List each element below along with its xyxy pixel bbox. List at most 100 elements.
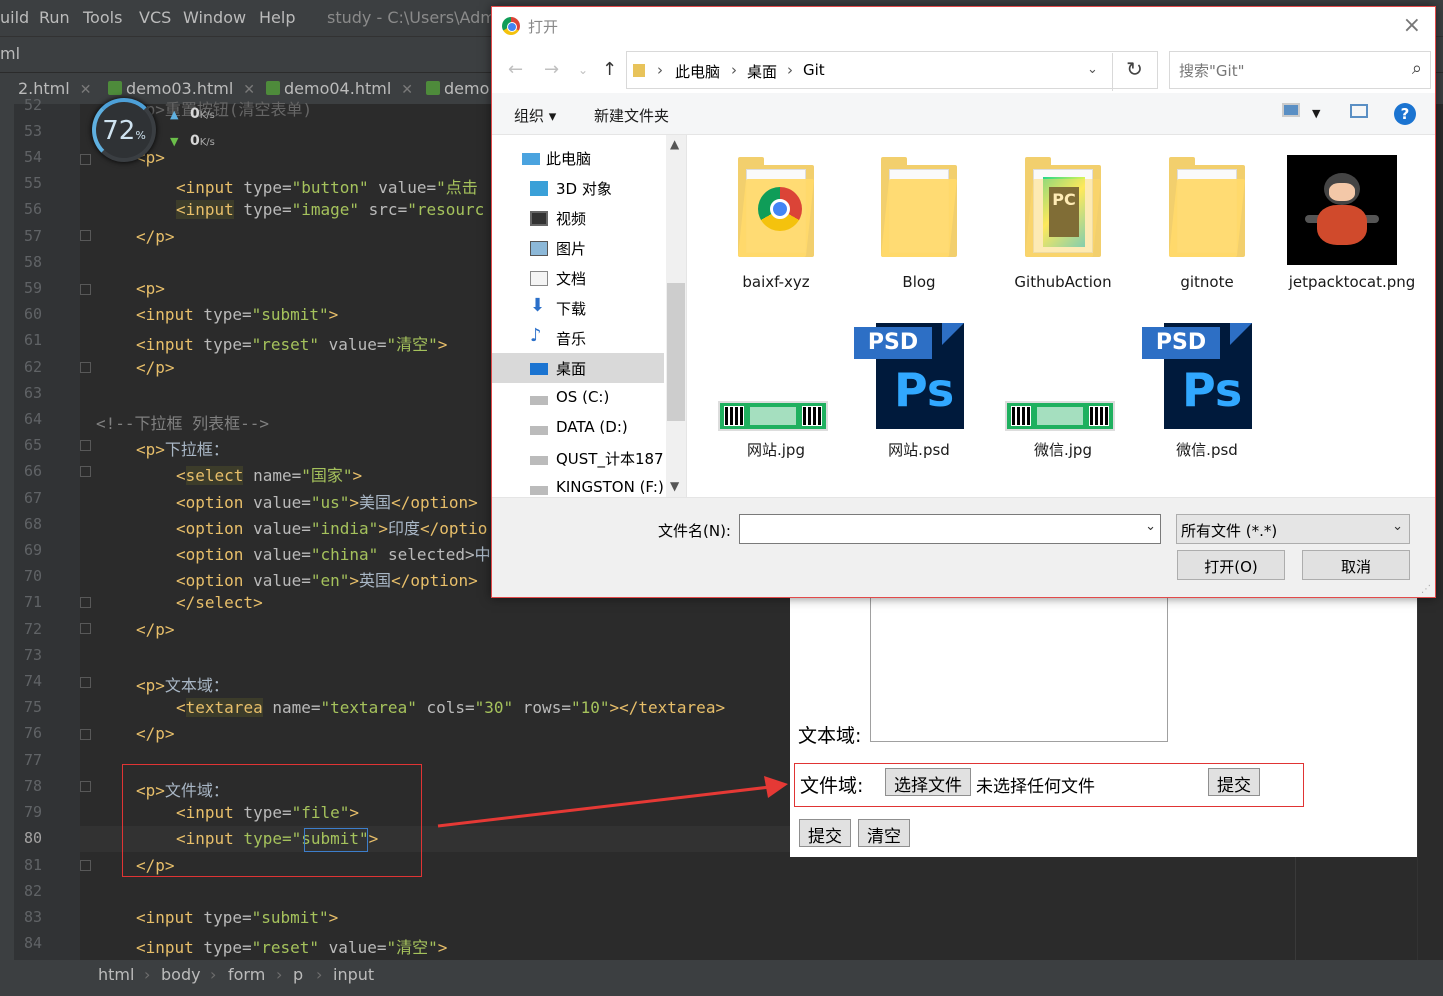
cancel-button[interactable]: 取消 — [1302, 550, 1410, 580]
code-line[interactable]: <option value="us">美国</option> — [176, 489, 478, 513]
file-item-jetpacktocat[interactable]: jetpacktocat.png — [1278, 149, 1415, 319]
new-folder-button[interactable]: 新建文件夹 — [594, 105, 669, 126]
code-line[interactable]: <textarea name="textarea" cols="30" rows… — [176, 698, 725, 717]
nav-item-drive-qust[interactable]: QUST_计本1872 — [492, 443, 664, 473]
menu-run[interactable]: Run — [39, 8, 70, 27]
code-line[interactable]: <p>文本域： — [136, 672, 229, 696]
code-line[interactable]: <select name="国家"> — [176, 462, 362, 486]
code-line[interactable]: <input type="reset" value="清空"> — [136, 934, 447, 958]
code-line[interactable]: </select> — [176, 593, 263, 612]
nav-scrollbar[interactable]: ▲ ▼ — [666, 135, 686, 497]
code-line[interactable]: <input type="image" src="resourc — [176, 200, 484, 219]
reset-button[interactable]: 清空 — [858, 819, 910, 847]
fold-marker-icon[interactable] — [80, 362, 91, 373]
breadcrumb-body[interactable]: body — [161, 965, 201, 984]
recent-dropdown-icon[interactable]: ⌄ — [578, 63, 588, 77]
chevron-down-icon[interactable]: ⌄ — [1087, 62, 1098, 77]
code-line[interactable]: </p> — [136, 227, 175, 246]
menu-help[interactable]: Help — [259, 8, 295, 27]
code-line[interactable]: <p>下拉框： — [136, 436, 229, 460]
code-line[interactable]: </p> — [136, 724, 175, 743]
fold-marker-icon[interactable] — [80, 440, 91, 451]
nav-item-drive-d[interactable]: DATA (D:) — [492, 413, 664, 443]
chevron-down-icon[interactable]: ⌄ — [1145, 519, 1156, 534]
network-speed-widget[interactable]: 72% ▲ 0K/s ▼ 0K/s — [90, 96, 244, 164]
nav-item-documents[interactable]: 文档 — [492, 263, 664, 293]
preview-pane-icon[interactable] — [1350, 104, 1368, 118]
file-item-baixf-xyz[interactable]: baixf-xyz — [711, 157, 841, 307]
breadcrumb-form[interactable]: form — [228, 965, 265, 984]
search-input[interactable]: 搜索"Git" ⌕ — [1169, 51, 1431, 89]
choose-file-button[interactable]: 选择文件 — [885, 768, 971, 796]
code-line[interactable]: <input type="submit"> — [136, 305, 338, 324]
file-item-blog[interactable]: Blog — [854, 157, 984, 307]
submit-button[interactable]: 提交 — [799, 819, 851, 847]
breadcrumb-p[interactable]: p — [293, 965, 303, 984]
file-item-website-jpg[interactable]: 网站.jpg — [711, 325, 841, 465]
scrollbar-thumb[interactable] — [667, 283, 685, 421]
menu-vcs[interactable]: VCS — [139, 8, 171, 27]
file-item-githubaction[interactable]: PC GithubAction — [998, 157, 1128, 307]
close-icon[interactable]: ✕ — [401, 82, 413, 98]
resize-grip-icon[interactable]: ⋰ — [1421, 584, 1431, 595]
address-segment[interactable]: 桌面 — [747, 61, 777, 82]
nav-item-drive-c[interactable]: OS (C:) — [492, 383, 664, 413]
address-bar[interactable]: › 此电脑 › 桌面 › Git ⌄ — [626, 51, 1158, 89]
address-segment[interactable]: 此电脑 — [675, 61, 720, 82]
menu-build[interactable]: uild — [0, 8, 29, 27]
fold-marker-icon[interactable] — [80, 623, 91, 634]
file-item-gitnote[interactable]: gitnote — [1142, 157, 1272, 307]
code-comment[interactable]: <!--下拉框 列表框--> — [96, 410, 269, 434]
chevron-down-icon[interactable]: ▼ — [670, 479, 679, 493]
fold-marker-icon[interactable] — [80, 230, 91, 241]
fold-marker-icon[interactable] — [80, 729, 91, 740]
code-line[interactable]: <option value="en">英国</option> — [176, 567, 478, 591]
fold-marker-icon[interactable] — [80, 677, 91, 688]
dialog-titlebar[interactable]: 打开 × — [492, 7, 1435, 47]
fold-marker-icon[interactable] — [80, 466, 91, 477]
code-line[interactable]: <input type="submit"> — [136, 908, 338, 927]
path-text[interactable]: ml — [0, 44, 20, 63]
nav-item-3d-objects[interactable]: 3D 对象 — [492, 173, 664, 203]
nav-item-videos[interactable]: 视频 — [492, 203, 664, 233]
code-line[interactable]: </p> — [136, 358, 175, 377]
up-arrow-icon[interactable]: ↑ — [602, 59, 617, 80]
code-line[interactable]: </p> — [136, 620, 175, 639]
code-line[interactable]: <option value="india">印度</optio — [176, 515, 487, 539]
view-icon[interactable] — [1282, 103, 1300, 117]
chevron-up-icon[interactable]: ▲ — [670, 137, 679, 151]
file-item-wechat-psd[interactable]: PSD Ps 微信.psd — [1142, 323, 1272, 465]
filename-input[interactable]: ⌄ — [739, 514, 1161, 544]
nav-item-this-pc[interactable]: 此电脑 — [492, 143, 664, 173]
fold-marker-icon[interactable] — [80, 781, 91, 792]
search-icon[interactable]: ⌕ — [1412, 58, 1422, 79]
submit-inline-button[interactable]: 提交 — [1208, 768, 1260, 796]
nav-item-desktop[interactable]: 桌面 — [492, 353, 664, 383]
menu-window[interactable]: Window — [183, 8, 246, 27]
breadcrumb-html[interactable]: html — [98, 965, 134, 984]
code-line[interactable]: <input type="button" value="点击 — [176, 174, 478, 198]
nav-item-pictures[interactable]: 图片 — [492, 233, 664, 263]
back-arrow-icon[interactable]: ← — [508, 59, 523, 80]
code-line[interactable]: <p> — [136, 279, 165, 298]
file-item-website-psd[interactable]: PSD Ps 网站.psd — [854, 323, 984, 465]
nav-item-music[interactable]: ♪ 音乐 — [492, 323, 664, 353]
close-icon[interactable]: × — [1403, 13, 1421, 38]
menu-tools[interactable]: Tools — [83, 8, 122, 27]
file-item-wechat-jpg[interactable]: 微信.jpg — [998, 325, 1128, 465]
code-line[interactable]: <option value="china" selected>中 — [176, 541, 491, 565]
textarea-field[interactable] — [870, 597, 1168, 742]
address-segment[interactable]: Git — [803, 61, 825, 79]
fold-marker-icon[interactable] — [80, 597, 91, 608]
fold-marker-icon[interactable] — [80, 860, 91, 871]
tab-demo[interactable]: demo — [426, 73, 489, 105]
forward-arrow-icon[interactable]: → — [544, 59, 559, 80]
open-button[interactable]: 打开(O) — [1177, 550, 1285, 580]
view-dropdown-icon[interactable]: ▼ — [1312, 107, 1320, 120]
code-line[interactable]: <input type="reset" value="清空"> — [136, 331, 447, 355]
filetype-select[interactable]: 所有文件 (*.*) ⌄ — [1176, 514, 1410, 544]
organize-button[interactable]: 组织 ▾ — [514, 105, 556, 126]
breadcrumb-input[interactable]: input — [333, 965, 374, 984]
help-icon[interactable]: ? — [1394, 103, 1416, 125]
nav-item-downloads[interactable]: ⬇ 下载 — [492, 293, 664, 323]
